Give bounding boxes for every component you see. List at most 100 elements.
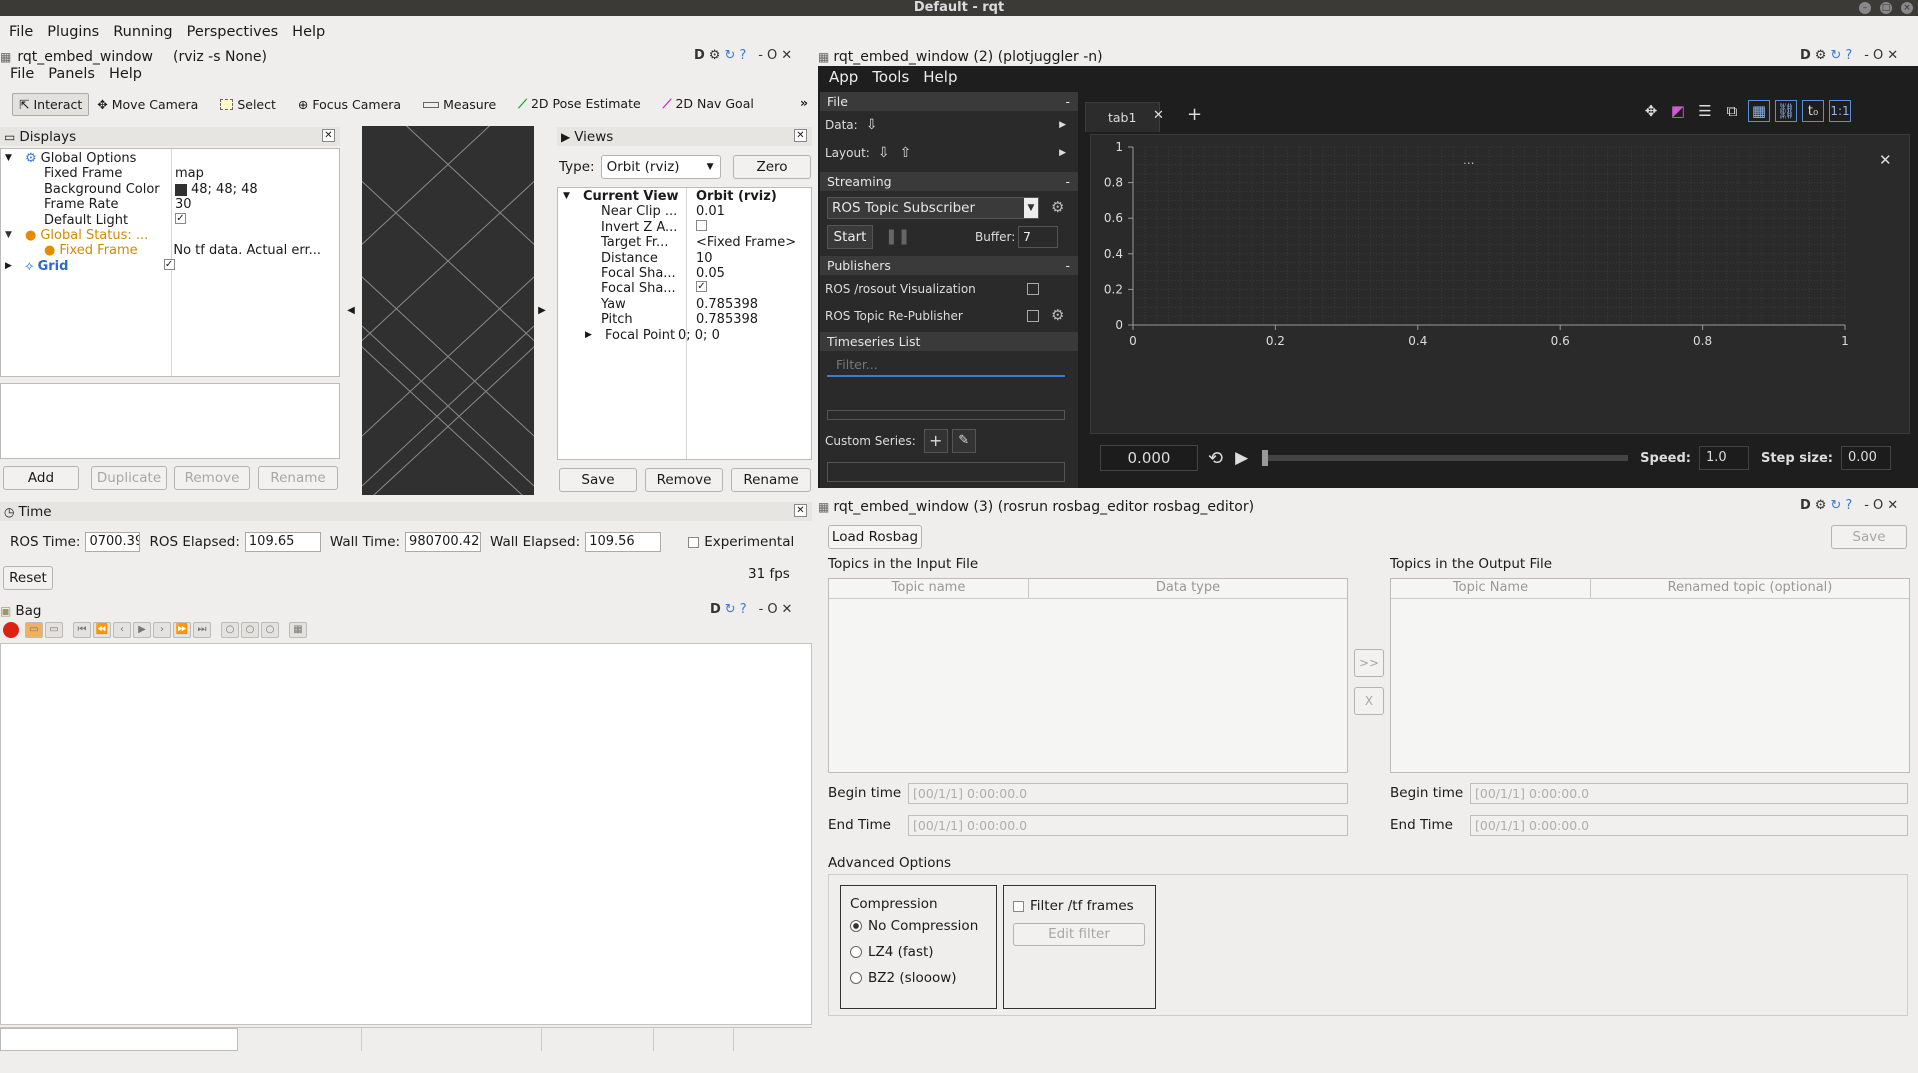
rviz-menu-help[interactable]: Help [109,66,142,82]
minimize-dock-icon[interactable]: - [1864,48,1869,63]
wall-elapsed-field[interactable]: 109.56 [585,532,662,552]
custom-series-list[interactable] [827,462,1065,482]
compression-option-bz2[interactable]: BZ2 (slooow) [850,970,996,986]
link-icon[interactable]: ⛓ [1775,100,1797,122]
grid-icon[interactable]: ▦ [1748,100,1770,122]
gear-icon[interactable]: ⚙ [709,48,721,63]
checkbox[interactable] [696,219,707,231]
chevron-right-icon[interactable]: ▶ [1059,120,1066,130]
gear-icon[interactable]: ⚙ [1815,498,1827,513]
load-layout-icon[interactable]: ⇩ [878,145,890,161]
float-dock-icon[interactable]: O [767,602,777,617]
collapse-icon[interactable]: - [1065,94,1070,109]
time-display[interactable]: 0.000 [1100,445,1198,471]
view-row-current-view[interactable]: ▼ Current View Orbit (rviz) [558,189,811,204]
compression-option-none[interactable]: No Compression [850,918,996,934]
rviz-menu-file[interactable]: File [10,66,34,82]
close-tab-icon[interactable]: ✕ [1153,108,1164,123]
tool-move-camera[interactable]: ✥ Move Camera [97,97,198,112]
reload-icon[interactable]: ↻ [724,48,735,63]
loop-icon[interactable]: ⟲ [1208,448,1223,469]
view-row-near-clip[interactable]: Near Clip ... 0.01 [558,204,811,219]
tool-select[interactable]: Select [220,97,276,112]
menu-file[interactable]: File [9,24,33,40]
view-row-target-frame[interactable]: Target Fr... <Fixed Frame> [558,235,811,250]
rename-view-button[interactable]: Rename [731,468,811,492]
remove-topic-button[interactable]: X [1354,687,1384,715]
minimize-dock-icon[interactable]: - [758,48,763,63]
menu-help[interactable]: Help [292,24,325,40]
play-icon[interactable]: ▶ [1235,448,1248,468]
gear-icon[interactable]: ⚙ [1815,48,1827,63]
column-header[interactable]: Renamed topic (optional) [1591,579,1909,598]
display-row-default-light[interactable]: Default Light ✓ [1,212,339,228]
reload-icon[interactable]: ↻ [1830,498,1841,513]
view-row-focal-point[interactable]: ▶ Focal Point 0; 0; 0 [558,328,811,343]
help-icon[interactable]: ? [1845,48,1852,63]
menu-running[interactable]: Running [113,24,172,40]
chevron-right-icon[interactable]: ▶ [1059,148,1066,158]
load-rosbag-button[interactable]: Load Rosbag [828,525,922,549]
fast-forward-icon[interactable]: ⏩ [173,622,191,638]
checkbox[interactable] [1027,310,1039,322]
reset-button[interactable]: Reset [3,566,53,590]
float-dock-icon[interactable]: O [767,48,777,63]
gear-icon[interactable]: ⚙ [1051,198,1064,216]
close-button[interactable]: × [1901,2,1913,14]
reload-icon[interactable]: ↻ [1830,48,1841,63]
move-right-button[interactable]: >> [1354,649,1384,677]
view-row-pitch[interactable]: Pitch 0.785398 [558,312,811,327]
rename-display-button[interactable]: Rename [258,466,338,490]
checkbox[interactable] [1013,900,1024,912]
output-begin-field[interactable]: [00/1/1] 0:00:00.0 [1470,783,1908,804]
view-row-focal-shape-fixed[interactable]: Focal Sha... ✓ [558,281,811,296]
save-icon[interactable]: ▭ [45,622,63,638]
edit-filter-button[interactable]: Edit filter [1013,923,1145,946]
timeseries-list[interactable] [827,410,1065,420]
display-row-frame-rate[interactable]: Frame Rate 30 [1,197,339,212]
streaming-source-select[interactable]: ROS Topic Subscriber ▼ [827,197,1039,219]
zoom-reset-icon[interactable]: ○ [261,622,279,638]
filter-input[interactable]: Filter... [827,355,1065,377]
pause-icon[interactable]: ❚❚ [885,227,910,245]
skip-start-icon[interactable]: ⏮ [73,622,91,638]
dock-d-icon[interactable]: D [1800,498,1811,513]
zoom-in-icon[interactable]: ○ [221,622,239,638]
dock-d-icon[interactable]: D [710,602,721,617]
experimental-checkbox[interactable] [688,536,700,548]
duplicate-display-button[interactable]: Duplicate [91,466,167,490]
help-icon[interactable]: ? [740,602,747,617]
output-topics-table[interactable]: Topic Name Renamed topic (optional) [1390,578,1910,773]
close-icon[interactable]: ✕ [794,129,807,142]
checkbox[interactable]: ✓ [175,212,186,224]
tool-2d-pose[interactable]: ⟋ 2D Pose Estimate [518,96,640,112]
float-dock-icon[interactable]: O [1873,48,1883,63]
collapse-icon[interactable]: - [1065,258,1070,273]
gear-icon[interactable]: ⚙ [1051,306,1064,324]
save-button[interactable]: Save [1831,525,1907,549]
view-row-yaw[interactable]: Yaw 0.785398 [558,297,811,312]
ros-elapsed-field[interactable]: 109.65 [244,532,321,552]
zoom-out-icon[interactable]: ○ [241,622,259,638]
menu-plugins[interactable]: Plugins [47,24,99,40]
skip-end-icon[interactable]: ⏭ [193,622,211,638]
add-display-button[interactable]: Add [3,466,79,490]
dock-d-icon[interactable]: D [694,48,705,63]
column-header[interactable]: Data type [1029,579,1347,598]
display-row-global-options[interactable]: ▼ ⚙ Global Options [1,151,339,166]
close-dock-icon[interactable]: ✕ [781,48,792,63]
pj-menu-app[interactable]: App [829,68,858,86]
column-header[interactable]: Topic Name [1391,579,1591,598]
step-back-icon[interactable]: ‹ [113,622,131,638]
input-topics-table[interactable]: Topic name Data type [828,578,1348,773]
pj-menu-tools[interactable]: Tools [872,68,909,86]
move-icon[interactable]: ✥ [1640,100,1662,122]
open-folder-icon[interactable]: ▭ [25,622,43,638]
float-dock-icon[interactable]: O [1873,498,1883,513]
step-spinbox[interactable]: 0.00 [1841,446,1891,470]
load-data-icon[interactable]: ⇩ [866,117,878,133]
bag-timeline-area[interactable] [0,643,812,1025]
tool-interact[interactable]: ⇱ Interact [12,92,90,116]
checkbox[interactable]: ✓ [696,281,707,293]
compression-option-lz4[interactable]: LZ4 (fast) [850,944,996,960]
